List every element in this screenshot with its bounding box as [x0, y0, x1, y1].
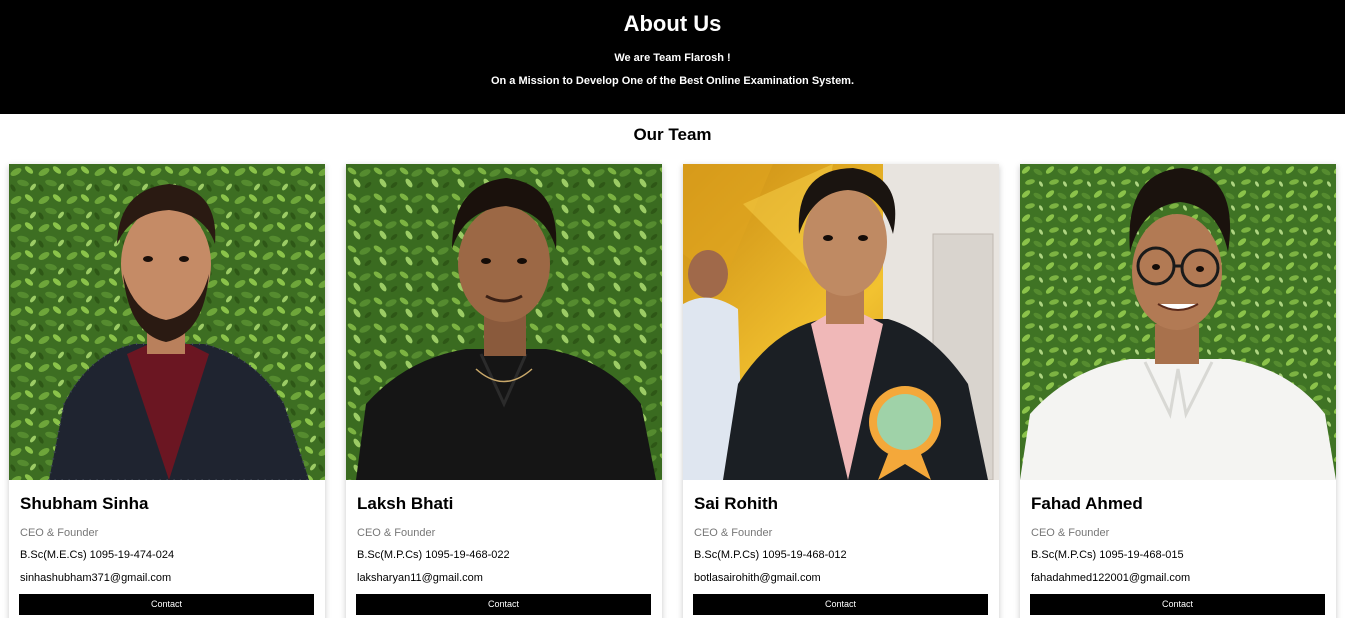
member-name: Shubham Sinha	[20, 494, 149, 513]
member-degree: B.Sc(M.E.Cs) 1095-19-474-024	[20, 549, 175, 561]
member-role: CEO & Founder	[20, 527, 99, 539]
member-role: CEO & Founder	[1031, 527, 1110, 539]
member-degree: B.Sc(M.P.Cs) 1095-19-468-022	[357, 549, 510, 561]
team-heading: Our Team	[633, 125, 712, 144]
member-degree: B.Sc(M.P.Cs) 1095-19-468-012	[694, 549, 847, 561]
member-email: botlasairohith@gmail.com	[694, 572, 821, 584]
member-email: sinhashubham371@gmail.com	[20, 572, 172, 584]
contact-button[interactable]: Contact	[693, 594, 988, 615]
member-name: Fahad Ahmed	[1031, 494, 1143, 513]
about-header: About Us We are Team Flarosh ! On a Miss…	[0, 0, 1345, 114]
member-role: CEO & Founder	[357, 527, 436, 539]
member-email: laksharyan11@gmail.com	[357, 572, 483, 584]
member-photo	[1020, 164, 1336, 480]
member-role: CEO & Founder	[694, 527, 773, 539]
member-photo	[9, 164, 325, 480]
member-degree: B.Sc(M.P.Cs) 1095-19-468-015	[1031, 549, 1184, 561]
member-name: Sai Rohith	[694, 494, 779, 513]
member-photo	[346, 164, 662, 480]
mission-statement: On a Mission to Develop One of the Best …	[490, 75, 855, 87]
contact-button[interactable]: Contact	[19, 594, 314, 615]
contact-button[interactable]: Contact	[1030, 594, 1325, 615]
contact-button[interactable]: Contact	[356, 594, 651, 615]
team-card: Shubham Sinha CEO & Founder B.Sc(M.E.Cs)…	[9, 164, 325, 618]
team-tagline: We are Team Flarosh !	[614, 52, 731, 64]
member-name: Laksh Bhati	[357, 494, 454, 513]
member-email: fahadahmed122001@gmail.com	[1031, 572, 1191, 584]
page-title: About Us	[623, 11, 722, 36]
team-card: Laksh Bhati CEO & Founder B.Sc(M.P.Cs) 1…	[346, 164, 662, 618]
team-card: Sai Rohith CEO & Founder B.Sc(M.P.Cs) 10…	[683, 164, 999, 618]
member-photo	[683, 164, 999, 480]
team-card: Fahad Ahmed CEO & Founder B.Sc(M.P.Cs) 1…	[1020, 164, 1336, 618]
